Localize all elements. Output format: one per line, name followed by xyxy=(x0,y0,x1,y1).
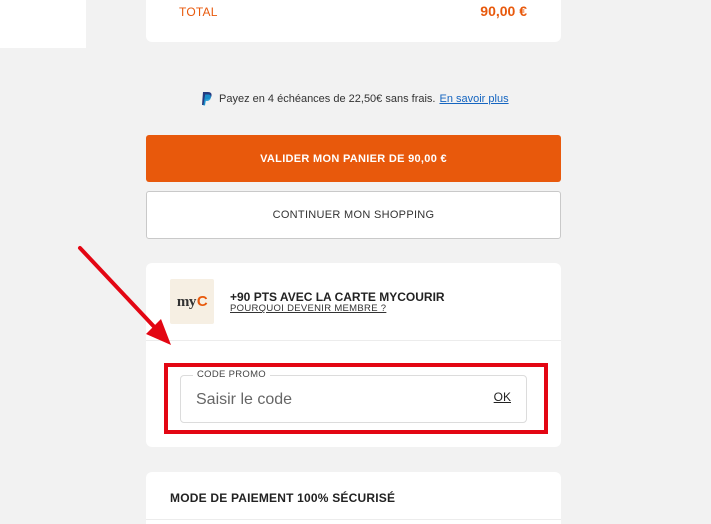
promo-code-input[interactable] xyxy=(196,389,476,411)
membership-card: myC +90 PTS AVEC LA CARTE MYCOURIR POURQ… xyxy=(146,263,561,447)
validate-cart-button[interactable]: VALIDER MON PANIER DE 90,00 € xyxy=(146,135,561,182)
order-total-card: TOTAL 90,00 € xyxy=(146,0,561,42)
promo-code-field[interactable]: CODE PROMO OK xyxy=(180,369,527,423)
divider xyxy=(146,340,561,341)
paypal-icon xyxy=(202,92,212,106)
why-become-member-link[interactable]: POURQUOI DEVENIR MEMBRE ? xyxy=(230,303,386,314)
paypal-text: Payez en 4 échéances de 22,50€ sans frai… xyxy=(219,92,436,105)
total-value: 90,00 € xyxy=(480,3,527,19)
side-panel xyxy=(0,0,86,48)
paypal-learn-more-link[interactable]: En savoir plus xyxy=(439,93,508,105)
total-label: TOTAL xyxy=(179,5,218,19)
continue-shopping-button[interactable]: CONTINUER MON SHOPPING xyxy=(146,191,561,239)
points-title: +90 PTS AVEC LA CARTE MYCOURIR xyxy=(230,290,445,304)
mycourir-logo: myC xyxy=(170,279,214,324)
promo-ok-button[interactable]: OK xyxy=(494,390,511,404)
promo-code-label: CODE PROMO xyxy=(193,369,270,380)
payment-card: MODE DE PAIEMENT 100% SÉCURISÉ xyxy=(146,472,561,524)
divider xyxy=(146,519,561,520)
payment-title: MODE DE PAIEMENT 100% SÉCURISÉ xyxy=(170,491,396,505)
